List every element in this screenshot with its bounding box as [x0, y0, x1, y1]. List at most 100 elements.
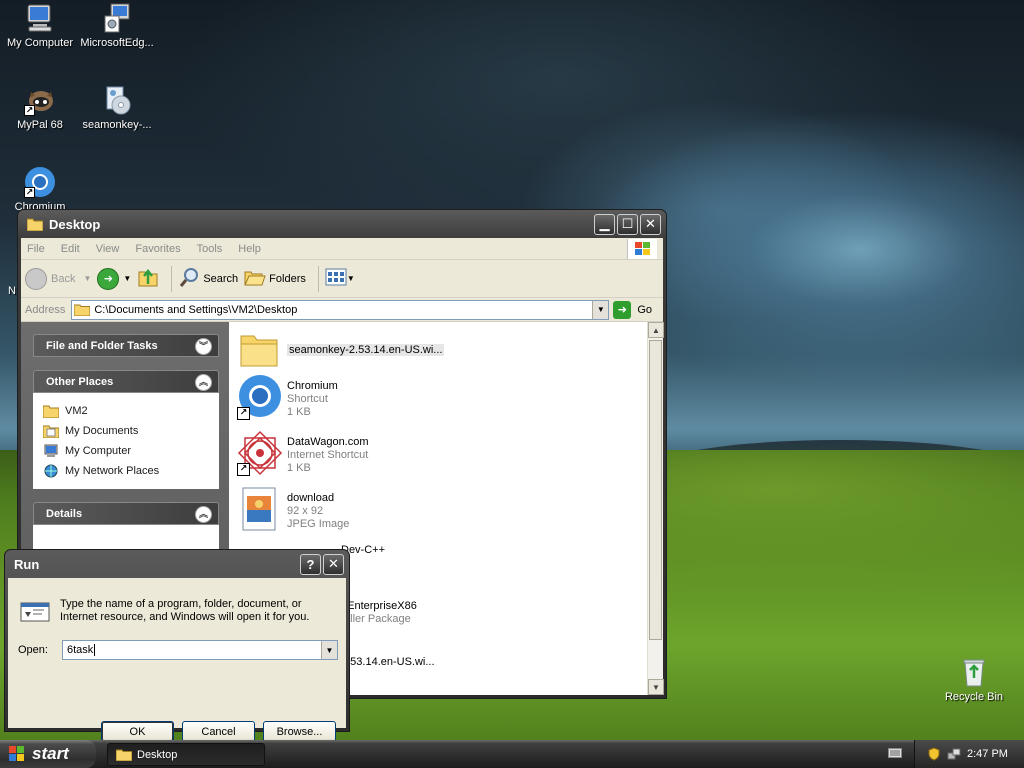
desktop-icon-seamonkey[interactable]: seamonkey-...	[77, 84, 157, 131]
ok-button[interactable]: OK	[101, 721, 174, 742]
scroll-down-arrow-icon[interactable]: ▼	[648, 679, 664, 695]
place-label: My Documents	[65, 425, 139, 437]
menu-file[interactable]: File	[27, 243, 45, 255]
address-bar: Address C:\Documents and Settings\VM2\De…	[21, 298, 663, 322]
menu-favorites[interactable]: Favorites	[135, 243, 180, 255]
address-field[interactable]: C:\Documents and Settings\VM2\Desktop ▼	[71, 299, 610, 320]
place-link-my-documents[interactable]: My Documents	[42, 421, 209, 441]
file-type: Internet Shortcut	[287, 449, 369, 461]
folders-label: Folders	[269, 272, 306, 285]
back-button[interactable]: Back ▼	[25, 267, 91, 290]
close-icon: ✕	[645, 216, 656, 231]
chevron-down-icon[interactable]: ︾	[195, 338, 212, 355]
file-name: eEnterpriseX86	[341, 600, 417, 612]
open-dropdown-button[interactable]: ▼	[321, 641, 337, 659]
folder-icon	[26, 217, 44, 232]
up-folder-button[interactable]	[137, 266, 159, 291]
place-link-my-network-places[interactable]: My Network Places	[43, 461, 209, 481]
run-description: Type the name of a program, folder, docu…	[60, 598, 310, 623]
file-item-datawagon[interactable]: ↗ DataWagon.com Internet Shortcut 1 KB	[237, 430, 369, 480]
chromium-icon: ↗	[24, 166, 56, 198]
chevron-up-icon[interactable]: ︽	[195, 374, 212, 391]
toolbar-separator	[317, 265, 319, 292]
scroll-up-arrow-icon[interactable]: ▲	[648, 322, 664, 338]
vertical-scrollbar[interactable]: ▲ ▼	[647, 322, 664, 695]
maximize-button[interactable]: ☐	[617, 213, 638, 235]
file-item-seamonkey-folder[interactable]: seamonkey-2.53.14.en-US.wi...	[237, 326, 445, 376]
internet-shortcut-icon: ↗	[237, 430, 283, 476]
run-dialog[interactable]: Run ? ✕ Type the name of a program, fold…	[4, 549, 350, 742]
security-shield-icon[interactable]	[927, 747, 941, 761]
menu-edit[interactable]: Edit	[61, 243, 80, 255]
network-status-icon[interactable]	[947, 747, 961, 761]
chevron-up-icon[interactable]: ︽	[195, 506, 212, 523]
computer-icon	[24, 2, 56, 34]
search-button[interactable]: Search	[178, 266, 238, 291]
file-name: Chromium	[287, 380, 338, 392]
shortcut-arrow-icon: ↗	[24, 187, 35, 198]
minimize-icon: ▁	[599, 216, 610, 231]
setup-disc-icon	[101, 84, 133, 116]
close-button[interactable]: ✕	[323, 553, 344, 575]
file-item-download[interactable]: download 92 x 92 JPEG Image	[237, 486, 349, 536]
menu-bar: File Edit View Favorites Tools Help	[21, 238, 663, 260]
desktop-icon-mypal[interactable]: ↗ MyPal 68	[0, 84, 80, 131]
search-label: Search	[203, 272, 239, 285]
file-folder-tasks-header[interactable]: File and Folder Tasks ︾	[33, 334, 219, 357]
place-label: My Network Places	[65, 465, 160, 477]
views-button[interactable]: ▼	[325, 267, 355, 290]
keyboard-icon[interactable]	[888, 747, 902, 759]
back-label: Back	[51, 272, 76, 285]
explorer-titlebar[interactable]: Desktop ▁ ☐ ✕	[21, 210, 663, 238]
file-item-seamonkey-installer[interactable]: 2.53.14.en-US.wi...	[341, 654, 435, 695]
recycle-bin-icon	[958, 656, 990, 688]
forward-dropdown-icon[interactable]: ▼	[123, 274, 131, 283]
open-combobox[interactable]: 6task ▼	[62, 640, 338, 660]
file-item-chromium[interactable]: ↗ Chromium Shortcut 1 KB	[237, 374, 338, 424]
folder-icon	[73, 303, 91, 317]
menu-view[interactable]: View	[96, 243, 120, 255]
go-arrow-icon: ➜	[613, 300, 632, 319]
details-header[interactable]: Details ︽	[33, 502, 219, 525]
place-link-vm2[interactable]: VM2	[42, 401, 209, 421]
desktop-icon-recycle-bin[interactable]: Recycle Bin	[934, 656, 1014, 703]
place-label: My Computer	[65, 445, 132, 457]
forward-button[interactable]: ➜ ▼	[97, 267, 131, 290]
place-label: VM2	[65, 405, 88, 417]
browse-button[interactable]: Browse...	[263, 721, 336, 742]
desktop-icon-my-computer[interactable]: My Computer	[0, 2, 80, 49]
other-places-header[interactable]: Other Places ︽	[33, 370, 219, 393]
clock[interactable]: 2:47 PM	[967, 748, 1008, 760]
back-dropdown-icon[interactable]: ▼	[83, 274, 91, 283]
windows-logo-icon	[627, 239, 657, 259]
browse-label: Browse...	[276, 725, 323, 738]
taskbar-item-desktop[interactable]: Desktop	[107, 743, 265, 766]
place-link-my-computer[interactable]: My Computer	[43, 441, 209, 461]
jpeg-image-icon	[237, 486, 283, 532]
help-button[interactable]: ?	[300, 553, 321, 575]
open-input-value[interactable]: 6task	[67, 644, 93, 656]
file-size: 1 KB	[287, 406, 311, 418]
start-button[interactable]: start	[0, 740, 96, 768]
address-dropdown-button[interactable]: ▼	[592, 300, 609, 319]
address-path: C:\Documents and Settings\VM2\Desktop	[94, 303, 298, 316]
menu-tools[interactable]: Tools	[197, 243, 223, 255]
text-cursor	[94, 644, 96, 656]
desktop-icon-microsoftedge[interactable]: MicrosoftEdg...	[77, 2, 157, 49]
scroll-thumb[interactable]	[649, 340, 662, 640]
back-arrow-icon	[25, 267, 47, 290]
hidden-desktop-label: N	[8, 285, 16, 297]
minimize-button[interactable]: ▁	[594, 213, 615, 235]
panel-gap	[33, 357, 219, 370]
file-type: taller Package	[341, 613, 411, 625]
folders-button[interactable]: Folders	[244, 266, 306, 291]
forward-arrow-icon: ➜	[97, 267, 120, 290]
desktop-icon-chromium[interactable]: ↗ Chromium	[0, 166, 80, 210]
run-titlebar[interactable]: Run ? ✕	[8, 550, 346, 578]
close-button[interactable]: ✕	[640, 213, 661, 235]
cancel-button[interactable]: Cancel	[182, 721, 255, 742]
file-item-enterprise[interactable]: eEnterpriseX86 taller Package	[341, 598, 417, 648]
menu-help[interactable]: Help	[238, 243, 261, 255]
go-button[interactable]: ➜ Go	[613, 300, 653, 319]
go-label: Go	[637, 303, 653, 316]
